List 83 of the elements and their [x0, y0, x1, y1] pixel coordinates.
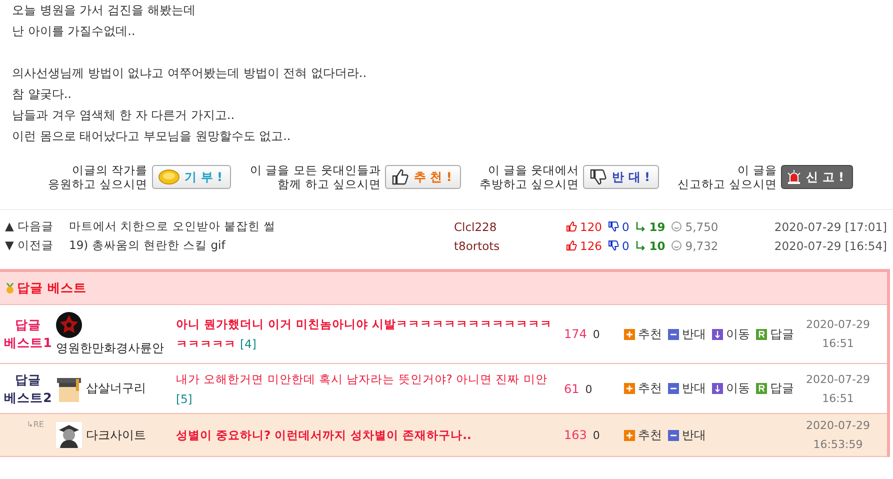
- downvote-count: 0: [592, 328, 600, 341]
- post-text-line: 난 아이를 가질수없데..: [12, 23, 136, 40]
- action-prompt: 이 글을 웃대에서 추방하고 싶으시면: [479, 163, 580, 191]
- avatar-icon: [56, 312, 82, 338]
- comment-text: 아니 뭔가했더니 이거 미친놈아니야 시발ㅋㅋㅋㅋㅋㅋㅋㅋㅋㅋㅋㅋㅋㅋㅋㅋㅋㅋ [4]: [176, 316, 554, 353]
- upvote-count: 126: [580, 238, 602, 252]
- reply-arrow-icon: [635, 240, 646, 251]
- nav-label[interactable]: ▲ 다음글: [5, 219, 69, 234]
- up-link[interactable]: 추천: [624, 326, 662, 342]
- thumbs-down-icon: [608, 221, 619, 232]
- user-name[interactable]: 삽살너구리: [86, 380, 146, 397]
- oppose-button[interactable]: 반 대 !: [583, 165, 659, 189]
- comment-date: 2020-07-29 16:53:59: [805, 418, 871, 453]
- downvote-count: 0: [622, 220, 630, 234]
- thumbs-down-icon: [589, 168, 608, 186]
- down-link[interactable]: 반대: [668, 326, 706, 342]
- section-title: 답글 베스트: [17, 280, 86, 296]
- reply-icon: [756, 383, 767, 394]
- post-text-line: 참 얄궂다..: [12, 86, 72, 103]
- reply-count: 19: [649, 220, 666, 234]
- move-link[interactable]: 이동: [712, 380, 750, 397]
- reply-icon: [756, 328, 767, 340]
- smiley-icon: [671, 240, 682, 251]
- up-link[interactable]: 추천: [624, 426, 662, 444]
- upvote-count: 174: [564, 327, 587, 341]
- report-button[interactable]: 신 고 !: [781, 165, 853, 189]
- reply-link[interactable]: 답글: [756, 380, 794, 397]
- move-link[interactable]: 이동: [712, 326, 750, 342]
- post-text-line: 의사선생님께 방법이 없냐고 여쭈어봤는데 방법이 전혀 없다더라..: [12, 65, 367, 82]
- post-title-link[interactable]: 19) 총싸움의 현란한 스킬 gif: [69, 238, 454, 253]
- comment-text: 성별이 중요하니? 이런데서까지 성차별이 존재하구나..: [176, 427, 472, 444]
- reply-arrow-icon: [635, 221, 646, 232]
- author-name[interactable]: Clcl228: [454, 220, 566, 234]
- reply-link[interactable]: 답글: [756, 326, 794, 342]
- siren-icon: [787, 170, 802, 184]
- plus-icon: [624, 430, 635, 440]
- smiley-icon: [671, 221, 682, 232]
- downvote-count: 0: [585, 382, 592, 396]
- upvote-count: 163: [564, 428, 587, 442]
- user-name[interactable]: 영원한만화경사륜안: [56, 340, 164, 356]
- thumbs-down-icon: [608, 240, 619, 251]
- action-prompt: 이 글을 신고하고 싶으시면: [678, 163, 778, 191]
- post-text-line: 남들과 겨우 염색체 한 자 다른거 가지고..: [12, 107, 235, 124]
- downvote-count: 0: [622, 238, 630, 252]
- comment-date: 2020-07-29 16:51: [805, 372, 871, 406]
- rank-label: 답글 베스트1: [3, 316, 53, 352]
- down-arrow-icon: [712, 383, 723, 394]
- upvote-count: 61: [564, 382, 580, 396]
- minus-icon: [668, 328, 679, 340]
- avatar-icon: [56, 422, 82, 448]
- nav-label[interactable]: ▼ 이전글: [5, 238, 69, 253]
- user-name[interactable]: 다크사이트: [86, 426, 146, 444]
- comment-date: 2020-07-29 16:51: [805, 317, 871, 352]
- post-text-line: 이런 몸으로 태어났다고 부모님을 원망할수도 없고..: [12, 128, 291, 145]
- thumbs-up-icon: [391, 168, 410, 186]
- coin-icon: [158, 169, 180, 185]
- medal-icon: [5, 282, 15, 294]
- minus-icon: [668, 383, 679, 394]
- avatar-icon: [56, 376, 82, 402]
- up-link[interactable]: 추천: [624, 380, 662, 397]
- action-prompt: 이글의 작가를 응원하고 싶으시면: [48, 163, 148, 191]
- author-name[interactable]: t8ortots: [454, 238, 566, 252]
- post-text-line: 오늘 병원을 가서 검진을 해봤는데: [12, 2, 196, 19]
- plus-icon: [624, 328, 635, 340]
- view-count: 5,750: [685, 220, 718, 234]
- post-date: 2020-07-29 [16:54]: [773, 238, 887, 252]
- reply-mark: ↳RE: [26, 420, 44, 429]
- downvote-count: 0: [592, 429, 600, 442]
- reply-count: 10: [649, 238, 666, 252]
- down-link[interactable]: 반대: [668, 426, 706, 444]
- plus-icon: [624, 383, 635, 394]
- thumbs-up-icon: [566, 221, 577, 232]
- minus-icon: [668, 430, 679, 440]
- comment-text: 내가 오해한거면 미안한데 혹시 남자라는 뜻인거야? 아니면 진짜 미안 [5]: [176, 370, 548, 408]
- post-title-link[interactable]: 마트에서 치한으로 오인받아 붙잡힌 썰: [69, 219, 454, 234]
- rank-label: 답글 베스트2: [3, 370, 53, 406]
- post-date: 2020-07-29 [17:01]: [773, 220, 887, 234]
- upvote-count: 120: [580, 220, 602, 234]
- thumbs-up-icon: [566, 240, 577, 251]
- down-link[interactable]: 반대: [668, 380, 706, 397]
- view-count: 9,732: [685, 238, 718, 252]
- action-prompt: 이 글을 모든 웃대인들과 함께 하고 싶으시면: [250, 163, 382, 191]
- down-arrow-icon: [712, 328, 723, 340]
